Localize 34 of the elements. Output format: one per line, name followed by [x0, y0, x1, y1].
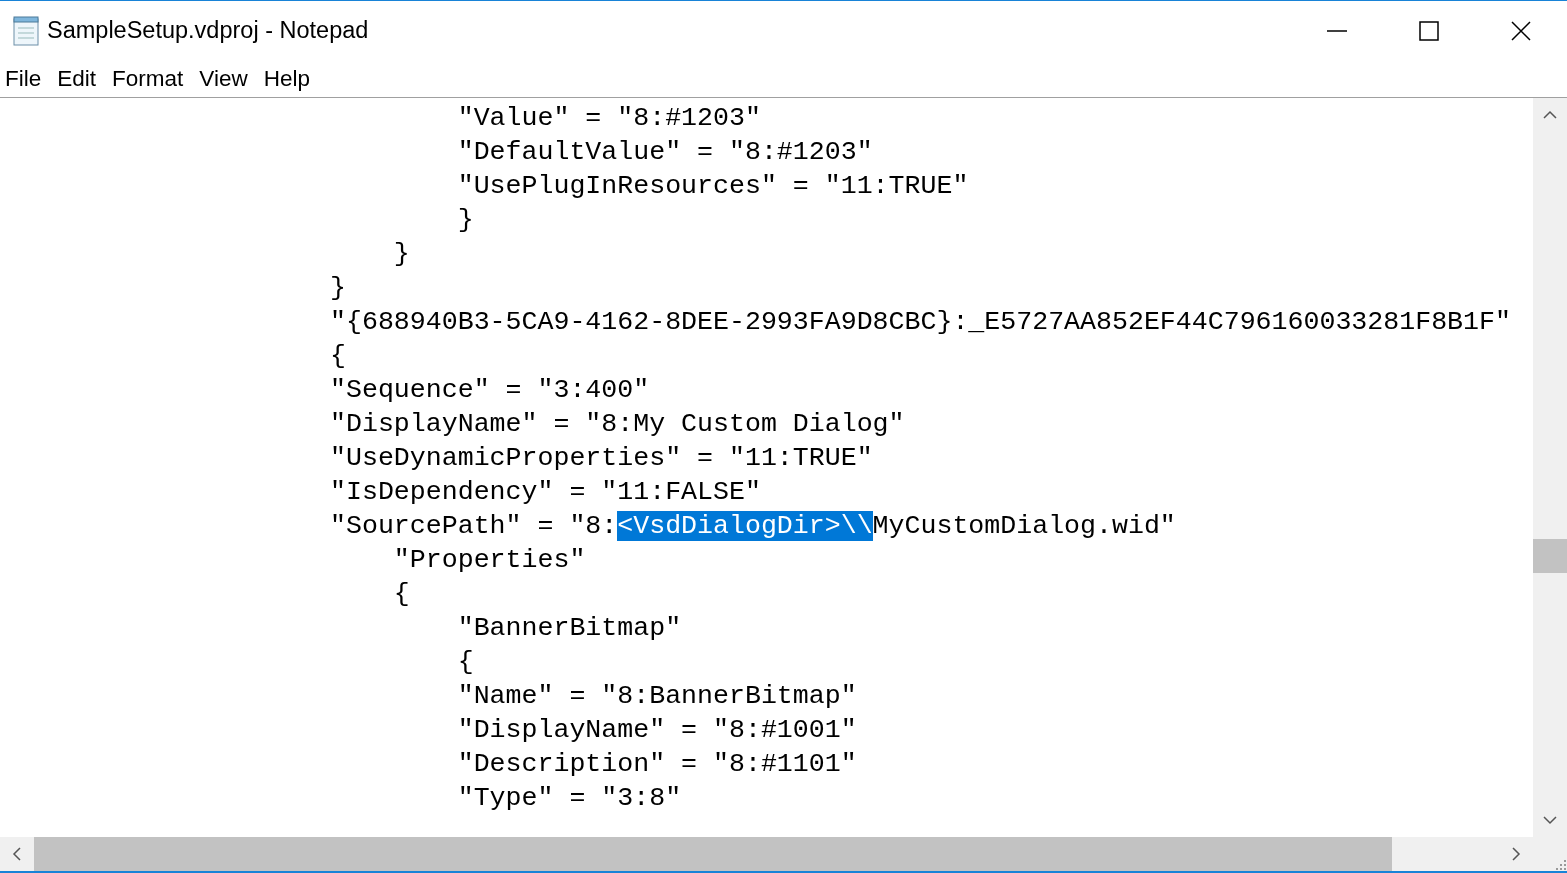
- close-icon: [1510, 19, 1532, 42]
- code-line: "Name" = "8:BannerBitmap": [456, 680, 857, 713]
- menu-item[interactable]: View: [199, 65, 248, 92]
- scrollbar-thumb[interactable]: [1533, 539, 1567, 573]
- menu-item[interactable]: Edit: [57, 65, 97, 92]
- minimize-icon: [1326, 29, 1348, 32]
- code-line: "Description" = "8:#1101": [456, 748, 857, 781]
- resize-grip-icon[interactable]: [1553, 857, 1567, 871]
- code-line: "Properties": [392, 544, 586, 577]
- code-line: "Value" = "8:#1203": [456, 102, 761, 135]
- maximize-icon: [1418, 19, 1440, 42]
- notepad-icon: [12, 15, 40, 46]
- code-line: "DisplayName" = "8:My Custom Dialog": [330, 408, 905, 441]
- code-line: "UsePlugInResources" = "11:TRUE": [456, 170, 969, 203]
- code-line: "{688940B3-5CA9-4162-8DEE-2993FA9D8CBC}:_E5727AA852EF44C796160033281F8B1F": [330, 306, 1511, 339]
- code-line: "Sequence" = "3:400": [330, 374, 650, 407]
- menu-item[interactable]: File: [5, 65, 42, 92]
- code-line: "Type" = "3:8": [456, 782, 682, 815]
- menu-item[interactable]: Format: [112, 65, 184, 92]
- code-line: "BannerBitmap": [456, 612, 682, 645]
- code-line: {: [456, 646, 474, 679]
- code-line: }: [392, 238, 410, 271]
- vertical-scrollbar[interactable]: [1533, 98, 1567, 837]
- code-line: }: [330, 272, 346, 305]
- code-line: "IsDependency" = "11:FALSE": [330, 476, 761, 509]
- window-title: SampleSetup.vdproj - Notepad: [47, 17, 369, 44]
- code-line: "UseDynamicProperties" = "11:TRUE": [330, 442, 873, 475]
- menu-item[interactable]: Help: [263, 65, 310, 92]
- code-line: }: [456, 204, 474, 237]
- code-line: "DefaultValue" = "8:#1203": [456, 136, 873, 169]
- code-line: {: [330, 340, 346, 373]
- code-line: "SourcePath" = "8:<VsdDialogDir>\\MyCustomDialog.wid": [330, 510, 1176, 543]
- code-line: {: [392, 578, 410, 611]
- code-line: "DisplayName" = "8:#1001": [456, 714, 857, 747]
